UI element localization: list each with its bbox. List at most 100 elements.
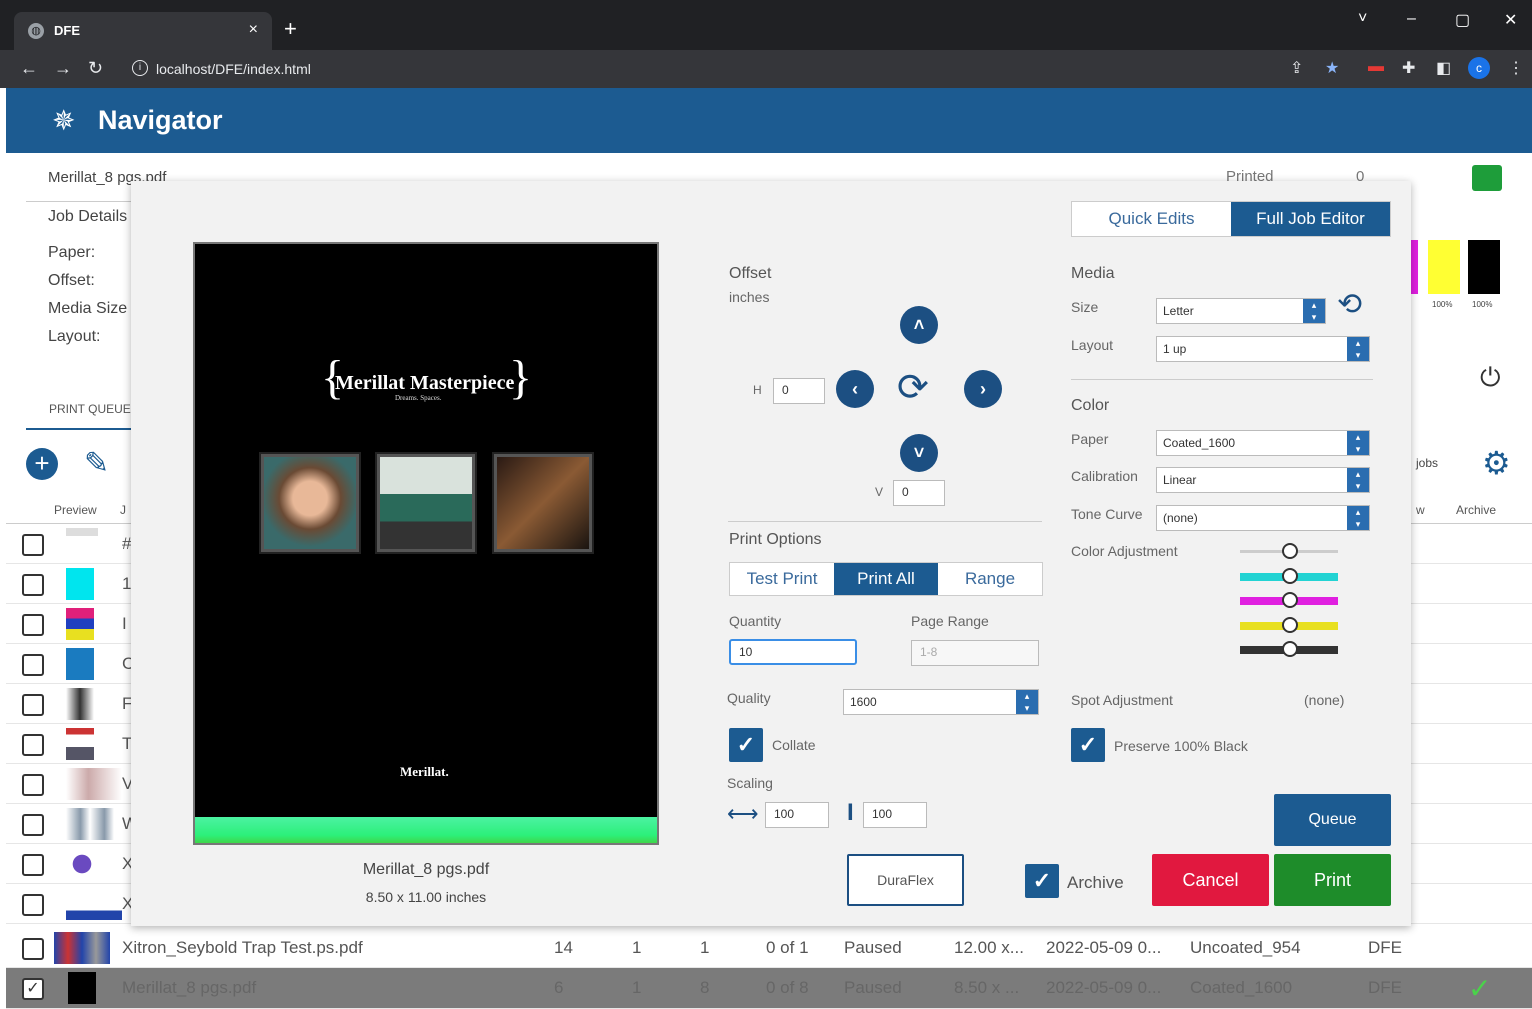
preview-photo-room [492,452,594,554]
preserve-black-checkbox[interactable]: ✓ [1071,728,1105,762]
paper-select[interactable]: Coated_1600 ▴ ▾ [1156,430,1370,456]
forward-icon[interactable]: → [54,58,72,79]
kebab-menu-icon[interactable]: ⋮ [1508,58,1524,78]
tab-search-icon[interactable]: ˅ [1358,10,1367,28]
yellow-adjust-slider[interactable] [1240,617,1338,633]
row-checkbox[interactable] [22,654,44,676]
page-range-input[interactable]: 1-8 [911,640,1039,666]
media-layout-select[interactable]: 1 up ▴ ▾ [1156,336,1370,362]
select-arrow-icon: ▴ ▾ [1347,431,1369,455]
row-thumbnail [66,808,114,840]
slider-knob[interactable] [1282,568,1298,584]
edit-pencil-icon[interactable]: ✎ [84,446,109,481]
table-row-selected[interactable]: ✓ Merillat_8 pgs.pdf 6 1 8 0 of 8 Paused… [6,968,1532,1009]
black-adjust-slider[interactable] [1240,641,1338,657]
row-checkbox[interactable] [22,774,44,796]
row-checkbox[interactable] [22,614,44,636]
close-window-icon[interactable]: ✕ [1504,10,1517,30]
col-overview[interactable]: w [1416,503,1425,517]
offset-v-input[interactable]: 0 [893,480,945,506]
vertical-scale-icon: I [847,799,854,826]
collate-checkbox[interactable]: ✓ [729,728,763,762]
row-thumbnail [66,848,98,880]
tab-quick-edits[interactable]: Quick Edits [1072,202,1231,236]
quantity-input[interactable]: 10 [729,639,857,665]
share-icon[interactable]: ⇪ [1290,58,1303,78]
col-archive[interactable]: Archive [1456,503,1496,517]
reload-icon[interactable]: ↻ [88,58,103,79]
rotate-media-icon[interactable]: ⟲ [1337,287,1362,322]
row-thumbnail [66,728,94,760]
add-job-icon[interactable]: + [26,448,58,480]
settings-gear-icon[interactable]: ⚙ [1482,444,1511,482]
cyan-adjust-slider[interactable] [1240,568,1338,584]
col-job[interactable]: J [120,503,126,517]
tone-curve-select[interactable]: (none) ▴ ▾ [1156,505,1370,531]
media-size-select[interactable]: Letter ▴ ▾ [1156,298,1326,324]
tab-close-icon[interactable]: × [249,21,258,39]
select-arrow-icon: ▴ ▾ [1347,506,1369,530]
profile-avatar[interactable]: c [1468,57,1490,79]
mode-test-print[interactable]: Test Print [730,563,834,595]
offset-up-button[interactable]: ˄ [900,306,938,344]
row-checkbox[interactable] [22,814,44,836]
queue-button[interactable]: Queue [1274,794,1391,846]
offset-h-input[interactable]: 0 [773,378,825,404]
printer-icon[interactable] [1472,165,1502,191]
magenta-adjust-slider[interactable] [1240,592,1338,608]
table-row[interactable]: Xitron_Seybold Trap Test.ps.pdf 14 1 1 0… [6,928,1532,968]
row-progress: 0 of 8 [766,978,809,997]
page-range-label: Page Range [911,613,989,629]
print-button[interactable]: Print [1274,854,1391,906]
row-checkbox[interactable] [22,854,44,876]
calibration-select[interactable]: Linear ▴ ▾ [1156,467,1370,493]
slider-knob[interactable] [1282,641,1298,657]
gray-adjust-slider[interactable] [1240,543,1338,559]
offset-down-button[interactable]: ˅ [900,434,938,472]
back-icon[interactable]: ← [20,58,38,79]
rotate-icon[interactable]: ⟳ [897,365,929,410]
slider-knob[interactable] [1282,543,1298,559]
tab-full-job-editor[interactable]: Full Job Editor [1231,202,1390,236]
mode-print-all[interactable]: Print All [834,563,938,595]
slider-knob[interactable] [1282,617,1298,633]
duraflex-button[interactable]: DuraFlex [847,854,964,906]
yellow-ink-bar [1428,240,1460,294]
row-checkbox[interactable] [22,694,44,716]
row-name: Xitron_Seybold Trap Test.ps.pdf [122,938,363,957]
bookmark-star-icon[interactable]: ★ [1325,58,1339,78]
power-icon[interactable]: ⏻ [1480,362,1501,394]
row-checkbox[interactable] [22,734,44,756]
row-checkbox[interactable] [22,938,44,960]
browser-tab[interactable]: ◍ DFE × [14,12,272,50]
archive-label: Archive [1067,873,1124,892]
scale-y-input[interactable]: 100 [863,802,927,828]
row-checkbox-checked[interactable]: ✓ [22,978,44,1000]
preview-brand-subtitle: Dreams. Spaces. [395,394,442,402]
col-preview[interactable]: Preview [54,503,97,517]
cancel-button[interactable]: Cancel [1152,854,1269,906]
scale-x-input[interactable]: 100 [765,802,829,828]
offset-right-button[interactable]: › [964,370,1002,408]
row-checkbox[interactable] [22,894,44,916]
address-bar[interactable]: i localhost/DFE/index.html [120,55,1320,83]
slider-knob[interactable] [1282,592,1298,608]
mode-range[interactable]: Range [938,563,1042,595]
row-checkbox[interactable] [22,534,44,556]
new-tab-button[interactable]: + [284,18,297,40]
scaling-label: Scaling [727,775,773,791]
offset-left-button[interactable]: ‹ [836,370,874,408]
quality-select[interactable]: 1600 ▴ ▾ [843,689,1039,715]
archive-checkbox[interactable]: ✓ [1025,864,1059,898]
extension-icon[interactable]: ▬ [1368,58,1384,76]
minimize-icon[interactable]: – [1407,10,1416,28]
maximize-icon[interactable]: ▢ [1455,10,1470,30]
row-thumbnail [66,568,94,600]
puzzle-icon[interactable]: ✚ [1402,58,1415,78]
row-checkbox[interactable] [22,574,44,596]
row-thumbnail [66,608,94,640]
row-pages: 14 [554,938,573,957]
row-copies: 1 [632,938,642,957]
info-icon[interactable]: i [132,60,148,76]
side-panel-icon[interactable]: ◧ [1436,58,1451,78]
